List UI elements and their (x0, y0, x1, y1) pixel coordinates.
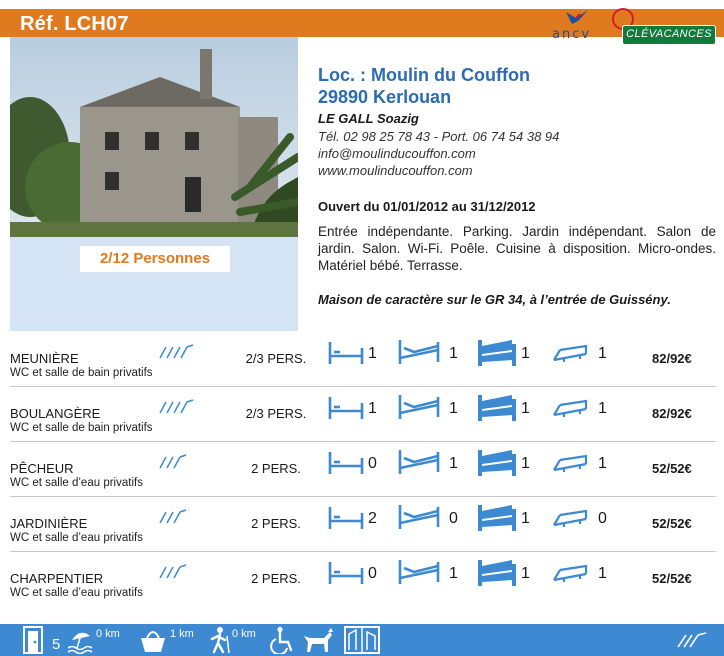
ancv-logo: ancv (548, 8, 602, 48)
rating-icon (159, 564, 187, 579)
bed-count: 0 (598, 510, 607, 527)
ancv-logo-text: ancv (552, 27, 592, 42)
phone-numbers: Tél. 02 98 25 78 43 - Port. 06 74 54 38 … (318, 129, 560, 144)
bed-count: 1 (521, 345, 530, 362)
bed-count: 1 (368, 345, 377, 362)
room-bathroom: WC et salle de bain privatifs (10, 422, 153, 434)
bed-count: 1 (449, 565, 458, 582)
shop-distance: 1 km (170, 628, 194, 640)
bed-count: 1 (449, 345, 458, 362)
room-bathroom: WC et salle d’eau privatifs (10, 532, 143, 544)
rating-icon (159, 344, 194, 359)
dog-icon (304, 628, 333, 652)
opening-dates: Ouvert du 01/01/2012 au 31/12/2012 (318, 199, 536, 214)
hiking-distance: 0 km (232, 628, 256, 640)
rating-icon (159, 399, 194, 414)
clevacances-logo: CLÉVACANCES (622, 25, 716, 45)
room-persons: 2 PERS. (251, 461, 301, 476)
room-name: CHARPENTIER (10, 571, 104, 586)
table-row: JARDINIÈRE WC et salle d’eau privatifs 2 P… (0, 497, 724, 552)
rating-icon (677, 632, 707, 648)
room-name: BOULANGÈRE (10, 406, 101, 421)
bed-count: 0 (449, 510, 458, 527)
owner-name: LE GALL Soazig (318, 111, 419, 126)
beach-icon (67, 632, 93, 654)
email-link[interactable]: info@moulinducouffon.com (318, 146, 476, 161)
bed-count: 1 (368, 400, 377, 417)
listing-location: 29890 Kerlouan (318, 87, 452, 107)
hiking-icon (210, 627, 230, 654)
room-price: 82/92€ (652, 406, 692, 421)
bed-count: 1 (521, 510, 530, 527)
amenities-description: Entrée indépendante. Parking. Jardin ind… (318, 224, 716, 273)
table-row: BOULANGÈRE WC et salle de bain privatifs 2… (0, 387, 724, 442)
room-persons: 2 PERS. (251, 571, 301, 586)
ancv-bird-icon (566, 10, 588, 24)
room-name: MEUNIÈRE (10, 351, 79, 366)
table-row: PÊCHEUR WC et salle d’eau privatifs 2 PERS… (0, 442, 724, 497)
bed-count: 1 (598, 565, 607, 582)
room-persons: 2/3 PERS. (245, 351, 307, 366)
room-price: 52/52€ (652, 516, 692, 531)
beach-distance: 0 km (96, 628, 120, 640)
room-name: PÊCHEUR (10, 461, 74, 476)
shopping-icon (141, 631, 165, 652)
persons-capacity: 2/12 Personnes (80, 246, 230, 272)
bed-count: 1 (521, 565, 530, 582)
door-icon (23, 626, 43, 654)
listing-reference: Réf. LCH07 (20, 13, 129, 35)
room-persons: 2/3 PERS. (245, 406, 307, 421)
table-row: MEUNIÈRE WC et salle de bain privatifs 2/3… (0, 332, 724, 387)
bed-count: 1 (598, 345, 607, 362)
bed-count: 1 (449, 400, 458, 417)
listing-tagline: Maison de caractère sur le GR 34, à l’en… (318, 292, 671, 307)
bed-count: 0 (368, 455, 377, 472)
room-bathroom: WC et salle d’eau privatifs (10, 587, 143, 599)
tourism-label-icon (344, 626, 380, 654)
bed-count: 2 (368, 510, 377, 527)
room-price: 52/52€ (652, 461, 692, 476)
mill-house-photo-icon (10, 37, 298, 237)
accessibility-icon (270, 626, 293, 654)
table-row: CHARPENTIER WC et salle d’eau privatifs 2 … (0, 552, 724, 607)
bed-count: 1 (598, 400, 607, 417)
rating-icon (159, 509, 187, 524)
bed-count: 1 (449, 455, 458, 472)
bed-count: 1 (598, 455, 607, 472)
bed-count: 0 (368, 565, 377, 582)
property-photo (10, 37, 298, 237)
bed-count: 1 (521, 400, 530, 417)
room-price: 52/52€ (652, 571, 692, 586)
room-bathroom: WC et salle d’eau privatifs (10, 477, 143, 489)
room-price: 82/92€ (652, 351, 692, 366)
footer-bar: 5 0 km 1 km 0 km (0, 624, 724, 656)
rating-icon (159, 454, 187, 469)
bed-count: 1 (521, 455, 530, 472)
room-name: JARDINIÈRE (10, 516, 88, 531)
rooms-count: 5 (52, 636, 61, 653)
room-bathroom: WC et salle de bain privatifs (10, 367, 153, 379)
website-link[interactable]: www.moulinducouffon.com (318, 163, 473, 178)
listing-title: Loc. : Moulin du Couffon (318, 65, 530, 85)
room-persons: 2 PERS. (251, 516, 301, 531)
